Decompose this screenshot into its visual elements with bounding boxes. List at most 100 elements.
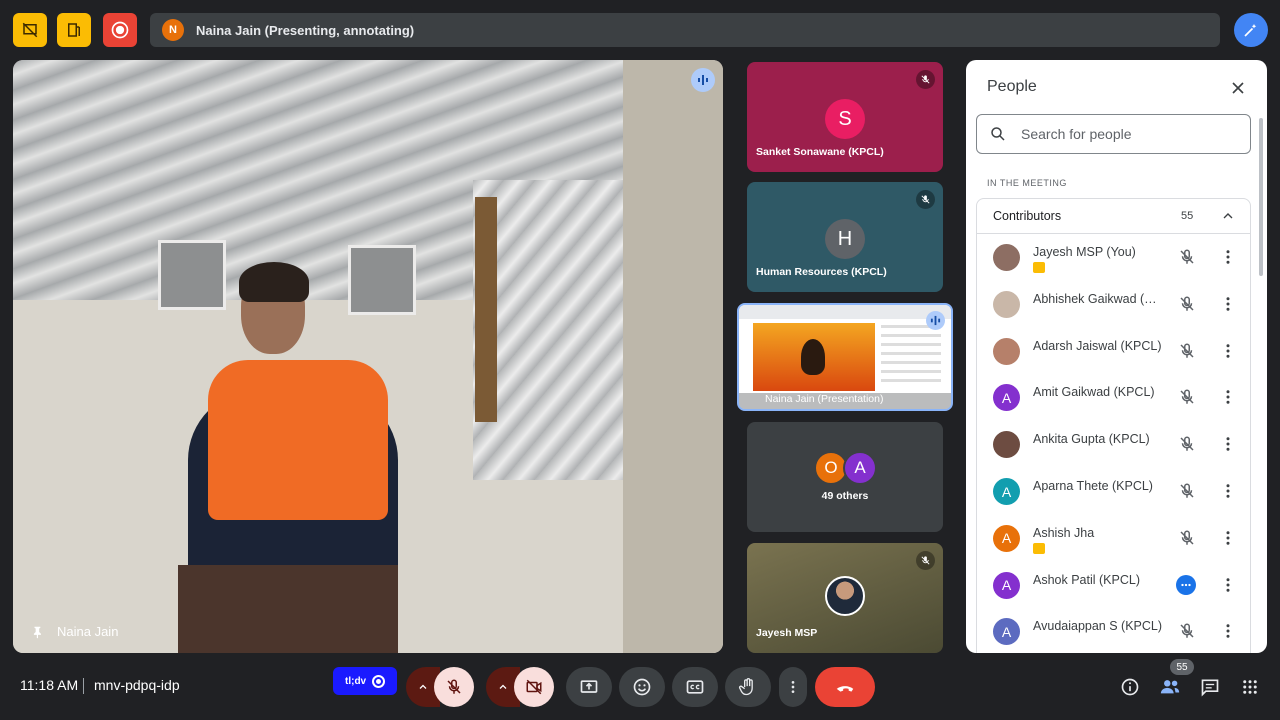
- pin-icon[interactable]: [31, 625, 45, 639]
- avatar: H: [825, 219, 865, 259]
- activities-icon[interactable]: [57, 13, 91, 47]
- more-options-button[interactable]: [779, 667, 807, 707]
- captions-icon: [686, 680, 704, 694]
- meeting-info-button[interactable]: [1117, 674, 1143, 700]
- mic-toggle-button[interactable]: [434, 667, 474, 707]
- avatar: A: [993, 618, 1020, 646]
- camera-control: [486, 667, 554, 707]
- mic-off-icon[interactable]: [1178, 295, 1196, 313]
- reactions-button[interactable]: [619, 667, 665, 707]
- presenter-text: Naina Jain (Presenting, annotating): [196, 22, 415, 38]
- more-horiz-icon[interactable]: [1176, 574, 1196, 595]
- presentation-tile[interactable]: Naina Jain (Presentation): [737, 303, 953, 411]
- participant-row[interactable]: A Avudaiappan S (KPCL): [977, 609, 1250, 653]
- participant-row[interactable]: Ankita Gupta (KPCL): [977, 422, 1250, 468]
- mic-off-icon[interactable]: [1178, 342, 1196, 360]
- mic-off-icon[interactable]: [1178, 482, 1196, 500]
- presenter-avatar: N: [162, 19, 184, 41]
- search-input[interactable]: Search for people: [976, 114, 1251, 154]
- main-video-name-label: Naina Jain: [57, 624, 119, 639]
- panel-title: People: [987, 78, 1037, 95]
- mic-off-icon[interactable]: [1178, 529, 1196, 547]
- avatar: [993, 431, 1020, 459]
- participant-tile[interactable]: H Human Resources (KPCL): [747, 182, 943, 292]
- mic-off-icon[interactable]: [1178, 622, 1196, 640]
- more-vert-icon[interactable]: [1219, 576, 1237, 594]
- no-slides-icon[interactable]: [13, 13, 47, 47]
- raise-hand-button[interactable]: [725, 667, 771, 707]
- mic-off-icon[interactable]: [1178, 435, 1196, 453]
- chevron-up-icon: [419, 684, 427, 689]
- video-background: [158, 240, 226, 310]
- presentation-video-thumbnail: [753, 323, 875, 391]
- participant-row[interactable]: A Ashish Jha: [977, 516, 1250, 562]
- participant-row[interactable]: A Aparna Thete (KPCL): [977, 469, 1250, 515]
- tldv-extension-button[interactable]: tl;dv: [333, 667, 397, 695]
- mic-off-icon: [916, 190, 935, 209]
- avatar: S: [825, 99, 865, 139]
- avatar: [993, 290, 1020, 318]
- mic-off-icon[interactable]: [1178, 248, 1196, 266]
- avatar: A: [993, 478, 1020, 505]
- participant-row[interactable]: A Ashok Patil (KPCL): [977, 563, 1250, 609]
- people-icon: [1160, 680, 1180, 694]
- video-background: [475, 197, 497, 422]
- participant-row[interactable]: Adarsh Jaiswal (KPCL): [977, 329, 1250, 375]
- participant-name: Amit Gaikwad (KPCL): [1033, 385, 1155, 400]
- present-screen-icon: [580, 680, 598, 693]
- participant-name: Aparna Thete (KPCL): [1033, 479, 1153, 493]
- record-dot-icon: [372, 674, 386, 688]
- present-screen-button[interactable]: [566, 667, 612, 707]
- captions-button[interactable]: [672, 667, 718, 707]
- video-background: [178, 565, 398, 653]
- chat-button[interactable]: [1197, 674, 1223, 700]
- close-icon[interactable]: [1228, 78, 1248, 98]
- participant-name: Human Resources (KPCL): [756, 266, 887, 278]
- activities-button[interactable]: [1237, 674, 1263, 700]
- participant-name: Ashish Jha: [1033, 525, 1095, 540]
- participant-name: Adarsh Jaiswal (KPCL): [1033, 338, 1162, 353]
- more-vert-icon: [791, 681, 795, 693]
- chevron-up-icon[interactable]: [1220, 208, 1236, 224]
- meeting-code[interactable]: mnv-pdpq-idp: [94, 677, 180, 693]
- mic-off-icon: [447, 679, 461, 694]
- group-title[interactable]: Contributors: [993, 209, 1061, 223]
- presentation-browser-bar: [739, 305, 951, 319]
- more-vert-icon[interactable]: [1219, 482, 1237, 500]
- host-badge-icon: [1033, 542, 1045, 554]
- divider: [977, 233, 1250, 234]
- more-vert-icon[interactable]: [1219, 622, 1237, 640]
- scrollbar[interactable]: [1259, 118, 1263, 276]
- participant-name: Avudaiappan S (KPCL): [1033, 619, 1163, 634]
- more-vert-icon[interactable]: [1219, 529, 1237, 547]
- participant-row[interactable]: Jayesh MSP (You): [977, 235, 1250, 281]
- participant-tile[interactable]: Jayesh MSP: [747, 543, 943, 653]
- participant-row[interactable]: Abhishek Gaikwad (KPCL): [977, 282, 1250, 328]
- mic-off-icon: [916, 70, 935, 89]
- more-vert-icon[interactable]: [1219, 248, 1237, 266]
- camera-toggle-button[interactable]: [514, 667, 554, 707]
- avatar: A: [993, 571, 1020, 599]
- more-vert-icon[interactable]: [1219, 342, 1237, 360]
- mic-control: [406, 667, 474, 707]
- tldv-label: tl;dv: [345, 675, 367, 687]
- more-vert-icon[interactable]: [1219, 435, 1237, 453]
- more-vert-icon[interactable]: [1219, 388, 1237, 406]
- mic-off-icon[interactable]: [1178, 388, 1196, 406]
- participant-row[interactable]: A Amit Gaikwad (KPCL): [977, 375, 1250, 421]
- video-person: [208, 360, 388, 520]
- participant-tile[interactable]: S Sanket Sonawane (KPCL): [747, 62, 943, 172]
- presenter-banner: N Naina Jain (Presenting, annotating): [150, 13, 1220, 47]
- others-tile[interactable]: O A 49 others: [747, 422, 943, 532]
- more-vert-icon[interactable]: [1219, 295, 1237, 313]
- info-icon: [1121, 678, 1139, 696]
- main-video-tile[interactable]: Naina Jain: [13, 60, 723, 653]
- annotate-icon[interactable]: [1234, 13, 1268, 47]
- people-count-badge: 55: [1170, 659, 1194, 675]
- people-button[interactable]: [1157, 674, 1183, 700]
- record-icon[interactable]: [103, 13, 137, 47]
- avatar: A: [843, 451, 877, 485]
- main-video-name: Naina Jain: [31, 624, 118, 639]
- participant-name: Ashok Patil (KPCL): [1033, 572, 1140, 587]
- leave-call-button[interactable]: [815, 667, 875, 707]
